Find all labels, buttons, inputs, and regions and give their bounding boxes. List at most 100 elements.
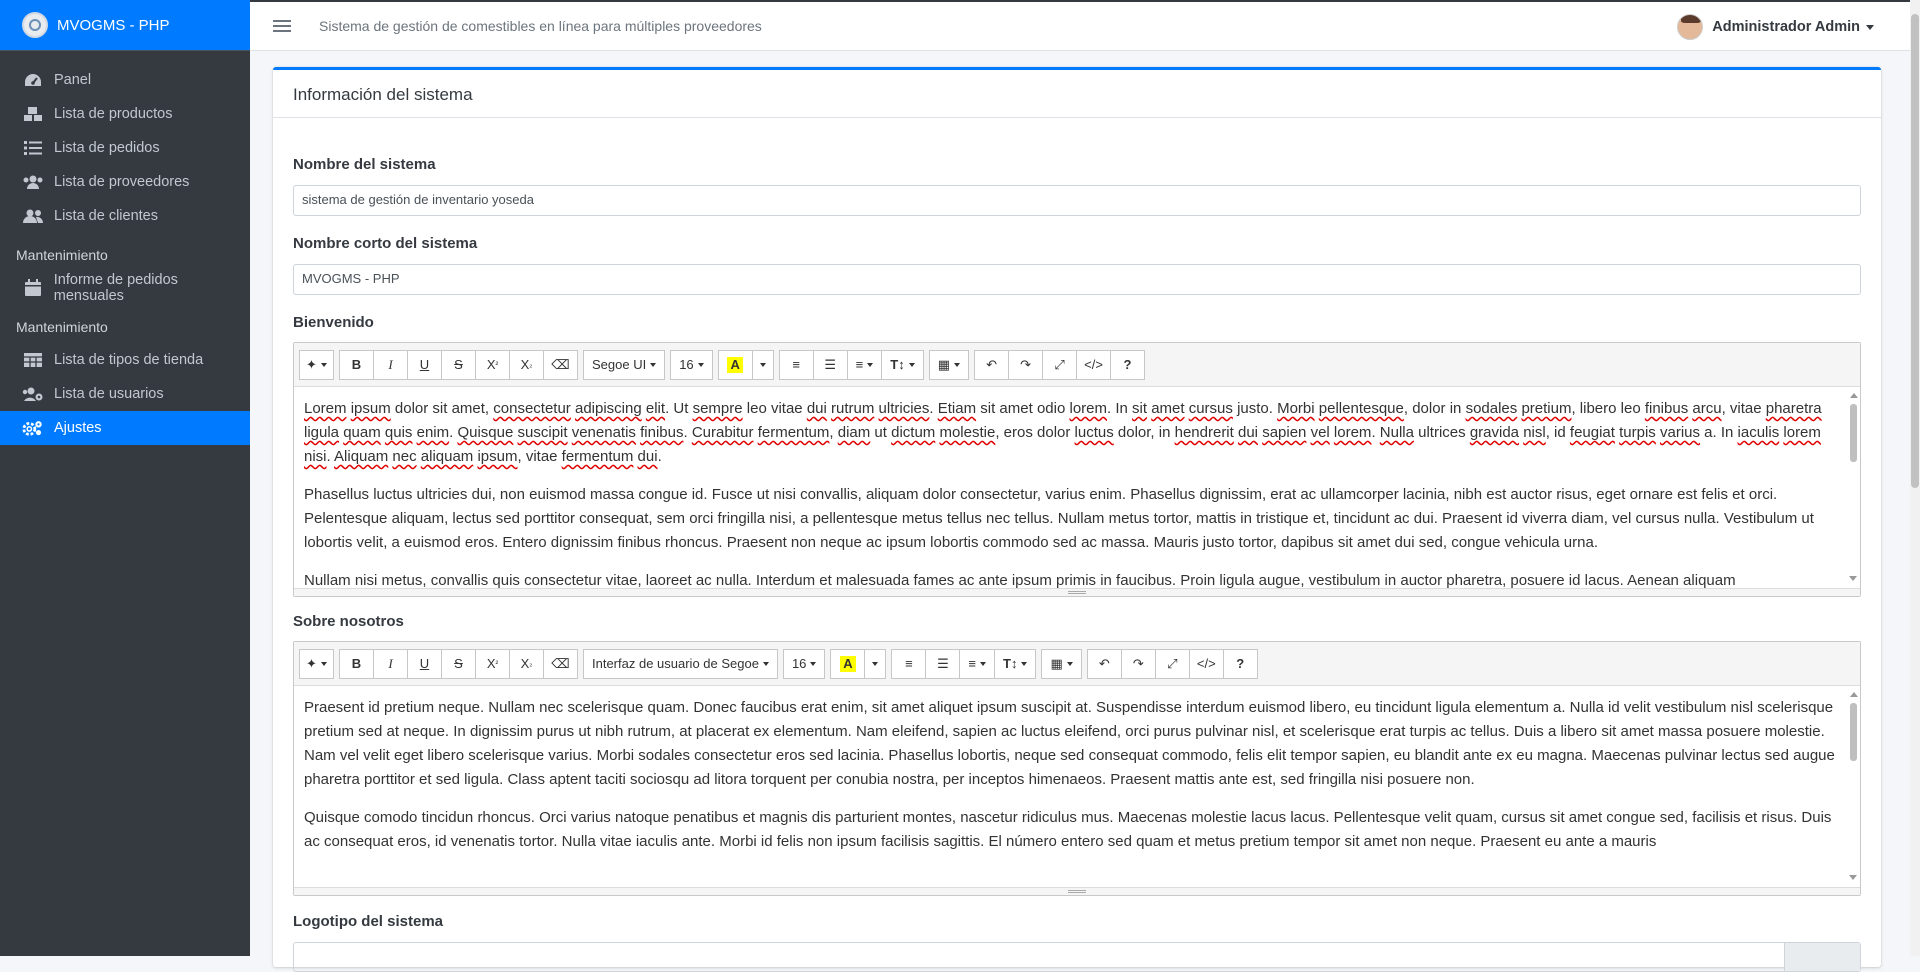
ordered-list-icon[interactable]: ≡ <box>778 349 814 380</box>
unordered-list-icon[interactable]: ☰ <box>812 349 848 380</box>
cogs-icon <box>22 419 44 437</box>
underline-button[interactable]: U <box>407 349 442 380</box>
sidebar-item-store-types[interactable]: Lista de tipos de tienda <box>0 343 250 377</box>
help-icon[interactable]: ? <box>1222 648 1258 679</box>
strikethrough-button[interactable]: S <box>441 349 476 380</box>
system-full-name: Sistema de gestión de comestibles en lín… <box>319 18 762 34</box>
font-size-dropdown[interactable]: 16 <box>782 648 826 679</box>
logo-file-input[interactable] <box>293 942 1861 972</box>
resize-handle[interactable] <box>294 887 1860 895</box>
sidebar-item-label: Lista de usuarios <box>54 386 164 402</box>
editor-scrollbar[interactable] <box>1849 393 1858 581</box>
tachometer-icon <box>22 71 44 89</box>
user-menu[interactable]: Administrador Admin <box>1677 14 1874 40</box>
sidebar-item-vendors[interactable]: Lista de proveedores <box>0 165 250 199</box>
sidebar-item-users[interactable]: Lista de usuarios <box>0 377 250 411</box>
align-dropdown[interactable]: ≡ <box>959 648 996 679</box>
sidebar-item-panel[interactable]: Panel <box>0 63 250 97</box>
brand[interactable]: MVOGMS - PHP <box>0 0 250 51</box>
avatar <box>1677 14 1704 40</box>
system-name-input[interactable]: sistema de gestión de inventario yoseda <box>293 185 1861 216</box>
undo-icon[interactable]: ↶ <box>1086 648 1122 679</box>
sidebar-header-maintenance: Mantenimiento <box>16 247 108 263</box>
magic-wand-icon[interactable]: ✦ <box>299 349 334 380</box>
editor-content[interactable]: Lorem ipsum dolor sit amet, consectetur … <box>294 387 1860 588</box>
font-size-dropdown[interactable]: 16 <box>670 349 713 380</box>
fullscreen-icon[interactable]: ⤢ <box>1042 349 1078 380</box>
editor-toolbar: ✦ B I U S X² X₂ ⌫ Interfaz de usuario de… <box>294 642 1860 686</box>
editor-toolbar: ✦ B I U S X² X₂ ⌫ Segoe UI 16 A ≡ ☰ ≡ T … <box>294 343 1860 387</box>
strikethrough-button[interactable]: S <box>441 648 476 679</box>
welcome-editor: ✦ B I U S X² X₂ ⌫ Segoe UI 16 A ≡ ☰ ≡ T … <box>293 342 1861 597</box>
caret-down-icon <box>1866 24 1874 30</box>
card-title: Información del sistema <box>273 70 1881 118</box>
sidebar-item-settings[interactable]: Ajustes <box>0 411 250 445</box>
font-family-dropdown[interactable]: Segoe UI <box>583 349 666 380</box>
sidebar-item-label: Lista de clientes <box>54 208 158 224</box>
table-dropdown[interactable]: ▦ <box>928 349 970 380</box>
ordered-list-icon[interactable]: ≡ <box>891 648 927 679</box>
editor-content[interactable]: Praesent id pretium neque. Nullam nec sc… <box>294 686 1860 887</box>
align-dropdown[interactable]: ≡ <box>846 349 883 380</box>
browse-button[interactable] <box>1784 943 1860 971</box>
subscript-button[interactable]: X₂ <box>509 349 544 380</box>
sidebar-item-label: Panel <box>54 72 92 88</box>
undo-icon[interactable]: ↶ <box>974 349 1010 380</box>
sidebar-item-label: Lista de proveedores <box>54 174 190 190</box>
top-navbar: Sistema de gestión de comestibles en lín… <box>250 2 1910 51</box>
highlight-color-button[interactable]: A <box>830 648 866 679</box>
welcome-paragraph-2: Phasellus luctus ultricies dui, non euis… <box>304 486 1814 551</box>
about-label: Sobre nosotros <box>293 613 404 630</box>
redo-icon[interactable]: ↷ <box>1008 349 1044 380</box>
about-paragraph-1: Praesent id pretium neque. Nullam nec sc… <box>304 699 1835 788</box>
fullscreen-icon[interactable]: ⤢ <box>1154 648 1190 679</box>
code-view-icon[interactable]: </> <box>1076 349 1112 380</box>
calendar-icon <box>22 279 44 297</box>
menu-toggle-icon[interactable] <box>273 20 291 32</box>
system-short-name-input[interactable]: MVOGMS - PHP <box>293 264 1861 295</box>
sidebar: MVOGMS - PHP Panel Lista de productos Li… <box>0 0 250 956</box>
table-dropdown[interactable]: ▦ <box>1041 648 1082 679</box>
magic-wand-icon[interactable]: ✦ <box>299 648 334 679</box>
sidebar-item-products[interactable]: Lista de productos <box>0 97 250 131</box>
sidebar-item-label: Lista de pedidos <box>54 140 160 156</box>
italic-button[interactable]: I <box>373 349 408 380</box>
brand-title: MVOGMS - PHP <box>57 16 170 34</box>
system-short-name-label: Nombre corto del sistema <box>293 235 478 252</box>
eraser-icon[interactable]: ⌫ <box>543 648 578 679</box>
superscript-button[interactable]: X² <box>475 648 510 679</box>
sidebar-item-label: Ajustes <box>54 420 102 436</box>
settings-card: Información del sistema Nombre del siste… <box>273 67 1881 972</box>
redo-icon[interactable]: ↷ <box>1120 648 1156 679</box>
bold-button[interactable]: B <box>339 349 374 380</box>
sidebar-item-clients[interactable]: Lista de clientes <box>0 199 250 233</box>
unordered-list-icon[interactable]: ☰ <box>925 648 961 679</box>
bold-button[interactable]: B <box>339 648 374 679</box>
superscript-button[interactable]: X² <box>475 349 510 380</box>
sidebar-header-maintenance-2: Mantenimiento <box>16 319 108 335</box>
highlight-color-button[interactable]: A <box>717 349 753 380</box>
font-family-dropdown[interactable]: Interfaz de usuario de Segoe <box>583 648 778 679</box>
underline-button[interactable]: U <box>407 648 442 679</box>
help-icon[interactable]: ? <box>1110 349 1146 380</box>
line-height-dropdown[interactable]: T ↕ <box>881 349 924 380</box>
user-friends-icon <box>22 207 44 225</box>
editor-scrollbar[interactable] <box>1849 692 1858 880</box>
welcome-label: Bienvenido <box>293 314 374 331</box>
page-scrollbar[interactable] <box>1910 0 1920 956</box>
sidebar-nav: Panel Lista de productos Lista de pedido… <box>0 51 250 445</box>
brand-logo <box>22 12 48 38</box>
sidebar-item-label: Lista de tipos de tienda <box>54 352 204 368</box>
eraser-icon[interactable]: ⌫ <box>543 349 578 380</box>
sidebar-item-orders[interactable]: Lista de pedidos <box>0 131 250 165</box>
color-dropdown[interactable] <box>864 648 887 679</box>
line-height-dropdown[interactable]: T ↕ <box>994 648 1037 679</box>
code-view-icon[interactable]: </> <box>1188 648 1224 679</box>
sidebar-item-monthly-report[interactable]: Informe de pedidos mensuales <box>0 271 250 305</box>
about-editor: ✦ B I U S X² X₂ ⌫ Interfaz de usuario de… <box>293 641 1861 896</box>
subscript-button[interactable]: X₂ <box>509 648 544 679</box>
color-dropdown[interactable] <box>751 349 774 380</box>
italic-button[interactable]: I <box>373 648 408 679</box>
about-paragraph-2: Quisque comodo tincidun rhoncus. Orci va… <box>304 809 1832 850</box>
resize-handle[interactable] <box>294 588 1860 596</box>
